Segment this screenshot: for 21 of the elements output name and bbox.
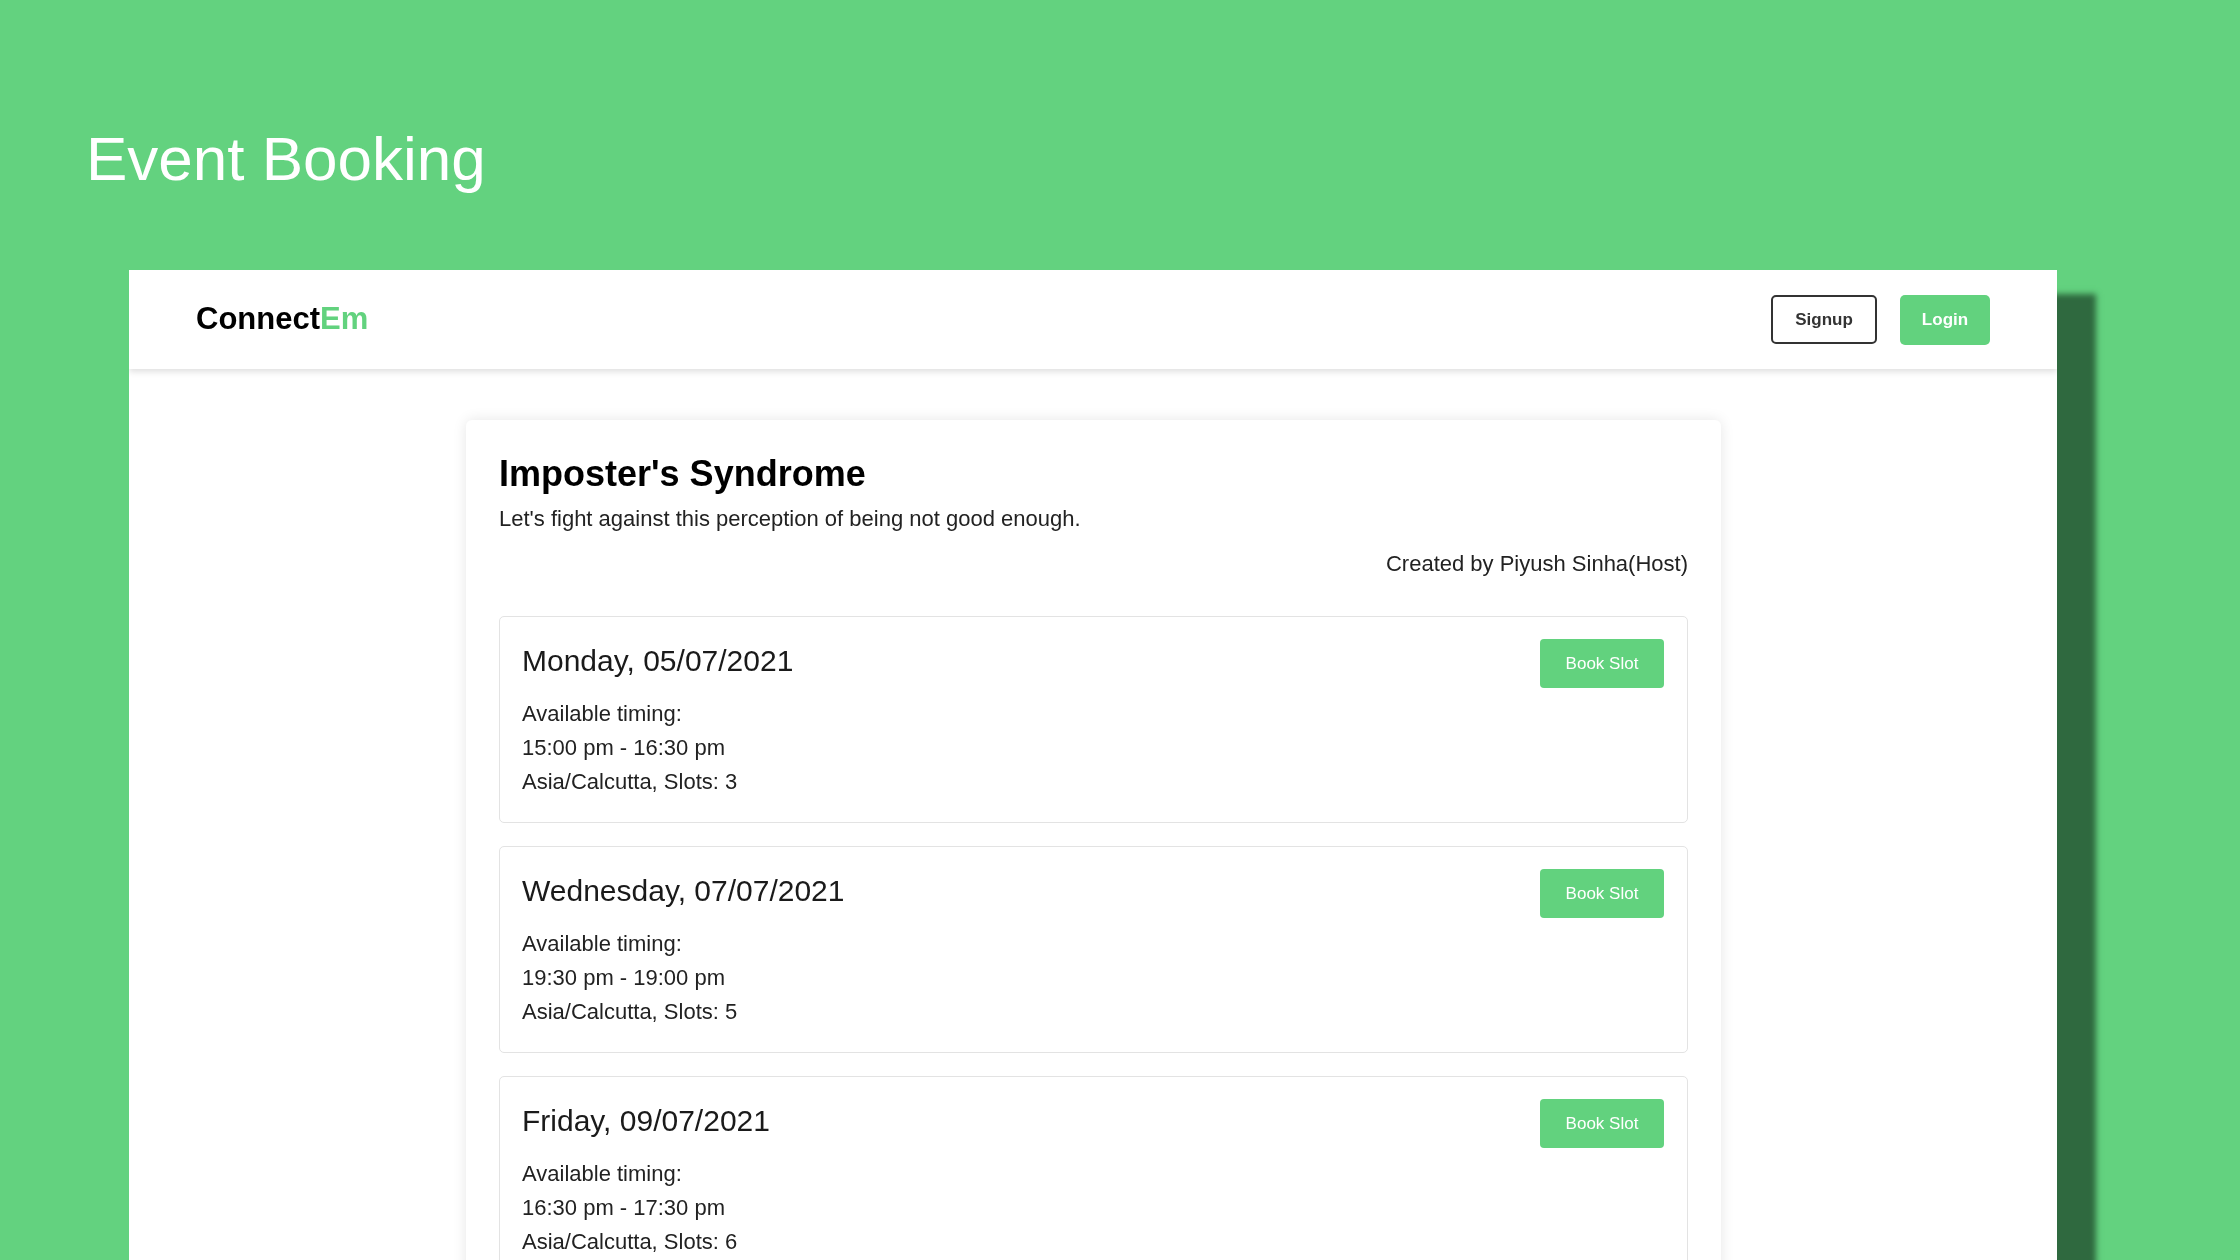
time-range: 16:30 pm - 17:30 pm — [522, 1194, 725, 1222]
book-slot-button[interactable]: Book Slot — [1540, 639, 1664, 688]
slot-date: Monday, 05/07/2021 — [522, 643, 794, 679]
time-range: 15:00 pm - 16:30 pm — [522, 734, 725, 762]
event-title: Imposter's Syndrome — [499, 452, 866, 496]
event-description: Let's fight against this perception of being not good enough. — [499, 505, 1081, 533]
slot-details: Asia/Calcutta, Slots: 5 — [522, 998, 738, 1026]
book-slot-button[interactable]: Book Slot — [1540, 1099, 1664, 1148]
slot-date: Wednesday, 07/07/2021 — [522, 873, 845, 909]
timing-label: Available timing: — [522, 700, 682, 728]
time-range: 19:30 pm - 19:00 pm — [522, 964, 725, 992]
signup-button[interactable]: Signup — [1771, 295, 1877, 344]
login-button[interactable]: Login — [1900, 294, 1990, 345]
slot-details: Asia/Calcutta, Slots: 3 — [522, 768, 738, 796]
host-credit: Created by Piyush Sinha(Host) — [1385, 550, 1688, 578]
timing-label: Available timing: — [522, 930, 682, 958]
slot-details: Asia/Calcutta, Slots: 6 — [522, 1228, 738, 1256]
slot-date: Friday, 09/07/2021 — [522, 1103, 770, 1139]
book-slot-button[interactable]: Book Slot — [1540, 869, 1664, 918]
logo[interactable]: ConnectEm — [196, 296, 369, 343]
timing-label: Available timing: — [522, 1160, 682, 1188]
